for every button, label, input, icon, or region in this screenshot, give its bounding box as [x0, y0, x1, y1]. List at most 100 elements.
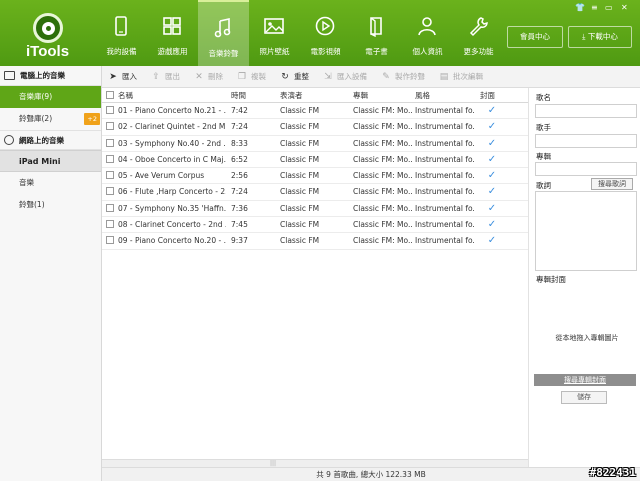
- table-row[interactable]: 04 - Oboe Concerto in C Maj... 6:52 Classi…: [102, 152, 528, 169]
- table-row[interactable]: 01 - Piano Concerto No.21 - ... 7:42 Class…: [102, 103, 528, 120]
- cell-time: 7:24: [231, 122, 248, 132]
- cover-drop-zone[interactable]: 從本地拖入專輯圖片: [535, 333, 639, 343]
- table-row[interactable]: 06 - Flute ,Harp Concerto - 2... 7:24 Clas…: [102, 184, 528, 201]
- cell-time: 8:33: [231, 138, 248, 148]
- nav-music[interactable]: 音樂鈴聲: [198, 0, 249, 66]
- section-label: 網路上的音樂: [19, 135, 64, 145]
- nav-apps[interactable]: 遊戲應用: [147, 0, 198, 66]
- nav-label: 個人資訊: [412, 47, 443, 56]
- cell-artist: Classic FM: [280, 187, 320, 197]
- cell-time: 7:36: [231, 203, 248, 213]
- nav-photos[interactable]: 照片壁紙: [249, 0, 300, 66]
- cell-genre: Instrumental fo...: [415, 220, 475, 230]
- cell-name: 09 - Piano Concerto No.20 - ...: [118, 236, 226, 246]
- import-arrow-icon: ➤: [109, 71, 117, 82]
- nav-my-device[interactable]: 我的設備: [96, 0, 147, 66]
- nav-personal-info[interactable]: 個人資訊: [402, 0, 453, 66]
- status-bar: 共 9 首歌曲, 總大小 122.33 MB: [102, 467, 640, 481]
- skin-icon[interactable]: 👕: [575, 3, 585, 13]
- song-name-field[interactable]: [535, 104, 637, 118]
- table-row[interactable]: 03 - Symphony No.40 - 2nd ... 8:33 Classic…: [102, 136, 528, 152]
- refresh-button[interactable]: ↻ 重整: [280, 71, 317, 82]
- download-center-button[interactable]: ⤓ 下載中心: [568, 26, 632, 48]
- minimize-icon[interactable]: ▭: [605, 3, 613, 13]
- row-checkbox[interactable]: [106, 106, 114, 114]
- artist-label: 歌手: [536, 123, 551, 132]
- row-checkbox[interactable]: [106, 187, 114, 196]
- table-row[interactable]: 09 - Piano Concerto No.20 - ... 9:37 Class…: [102, 233, 528, 250]
- table-row[interactable]: 07 - Symphony No.35 'Haffn... 7:36 Classic…: [102, 201, 528, 218]
- export-button[interactable]: ⇪ 匯出: [151, 71, 188, 82]
- row-checkbox[interactable]: [106, 220, 114, 229]
- copy-button[interactable]: ❐ 複製: [237, 71, 274, 82]
- artist-field[interactable]: [535, 134, 637, 148]
- cell-genre: Instrumental fo...: [415, 138, 475, 148]
- horizontal-scrollbar[interactable]: |||: [102, 459, 528, 467]
- sidebar-section-online-music[interactable]: 網路上的音樂: [0, 130, 101, 150]
- cell-time: 7:24: [231, 187, 248, 197]
- scroll-grip-icon: |||: [270, 460, 277, 467]
- col-album[interactable]: 專輯: [353, 88, 413, 102]
- row-checkbox[interactable]: [106, 236, 114, 245]
- cell-album: Classic FM: Mo...: [353, 106, 413, 115]
- table-row[interactable]: 08 - Clarinet Concerto - 2nd ... 7:45 Clas…: [102, 217, 528, 234]
- delete-button[interactable]: ✕ 刪除: [194, 71, 231, 82]
- row-checkbox[interactable]: [106, 138, 114, 147]
- row-checkbox[interactable]: [106, 122, 114, 131]
- cell-name: 02 - Clarinet Quintet - 2nd M...: [118, 122, 226, 132]
- make-ringtone-button[interactable]: ✎ 製作鈴聲: [381, 71, 433, 82]
- search-cover-button[interactable]: 搜尋專輯封面: [534, 374, 636, 386]
- import-device-button[interactable]: ⇲ 匯入設備: [323, 71, 375, 82]
- table-row[interactable]: 02 - Clarinet Quintet - 2nd M... 7:24 Clas…: [102, 119, 528, 136]
- row-checkbox[interactable]: [106, 203, 114, 212]
- cell-genre: Instrumental fo...: [415, 171, 475, 181]
- nav-label: 更多功能: [463, 47, 494, 56]
- menu-icon[interactable]: ≡: [591, 3, 598, 13]
- member-center-button[interactable]: 會員中心: [507, 26, 563, 48]
- cell-album: Classic FM: Mo...: [353, 236, 413, 246]
- sidebar-section-pc-music[interactable]: 電腦上的音樂: [0, 66, 101, 86]
- select-all-checkbox[interactable]: [106, 91, 114, 99]
- col-name[interactable]: 名稱: [118, 88, 226, 102]
- sidebar-item-device-music[interactable]: 音樂: [0, 172, 101, 194]
- col-time[interactable]: 時間: [231, 88, 271, 102]
- sidebar-item-ringtones[interactable]: 鈴聲庫(2) +2: [0, 108, 101, 130]
- batch-edit-button[interactable]: ▤ 批次編輯: [439, 71, 491, 82]
- import-device-icon: ⇲: [324, 71, 332, 82]
- col-artist[interactable]: 表演者: [280, 88, 348, 102]
- main-nav: 我的設備 遊戲應用 音樂鈴聲 照片壁紙 電影視頻 電子書 個人資訊 更多功能: [96, 0, 504, 66]
- cell-time: 2:56: [231, 171, 248, 181]
- row-checkbox[interactable]: [106, 171, 114, 180]
- album-label: 專輯: [536, 152, 551, 161]
- nav-more[interactable]: 更多功能: [453, 0, 504, 66]
- sidebar-item-device-ringtones[interactable]: 鈴聲(1): [0, 194, 101, 216]
- sidebar-item-music-library[interactable]: 音樂庫(9): [0, 86, 101, 108]
- cell-name: 07 - Symphony No.35 'Haffn...: [118, 203, 226, 213]
- nav-videos[interactable]: 電影視頻: [300, 0, 351, 66]
- col-genre[interactable]: 風格: [415, 88, 475, 102]
- song-name-label: 歌名: [536, 93, 551, 102]
- sidebar-device-ipad-mini[interactable]: iPad Mini: [0, 150, 101, 172]
- save-button[interactable]: 儲存: [561, 391, 607, 404]
- apps-grid-icon: [163, 17, 181, 35]
- phone-icon: [115, 16, 127, 36]
- import-button[interactable]: ➤ 匯入: [108, 71, 145, 82]
- lyrics-textarea[interactable]: [535, 191, 637, 271]
- nav-ebooks[interactable]: 電子書: [351, 0, 402, 66]
- close-icon[interactable]: ✕: [621, 3, 628, 13]
- album-field[interactable]: [535, 162, 637, 176]
- table-body: 01 - Piano Concerto No.21 - ... 7:42 Class…: [102, 103, 528, 250]
- ringtone-icon: ✎: [382, 71, 390, 82]
- table-row[interactable]: 05 - Ave Verum Corpus 2:56 Classic FM Class…: [102, 168, 528, 185]
- row-checkbox[interactable]: [106, 154, 114, 163]
- cover-check-icon: ✓: [487, 202, 497, 214]
- cell-name: 05 - Ave Verum Corpus: [118, 171, 205, 181]
- search-lyrics-button[interactable]: 搜尋歌詞: [591, 178, 633, 190]
- export-label: 匯出: [165, 72, 180, 81]
- song-info-panel: 歌名 歌手 專輯 歌詞 搜尋歌詞 專輯封面 從本地拖入專輯圖片 搜尋專輯封面 儲…: [528, 88, 640, 467]
- col-cover[interactable]: 封面: [480, 88, 504, 102]
- edit-icon: ▤: [439, 71, 449, 82]
- nav-label: 我的設備: [106, 47, 137, 56]
- cell-artist: Classic FM: [280, 122, 320, 132]
- copy-icon: ❐: [237, 71, 247, 82]
